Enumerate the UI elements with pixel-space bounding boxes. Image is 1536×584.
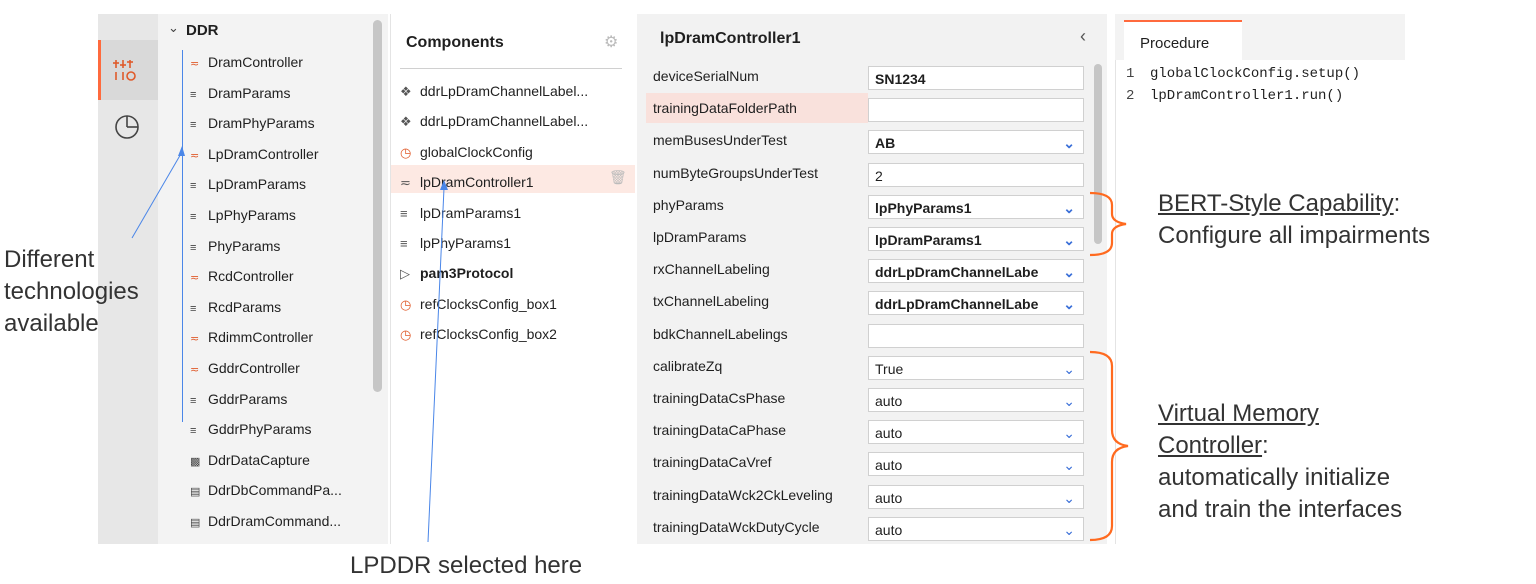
vmc-body-line1: automatically initialize	[1158, 464, 1391, 491]
annotation-left-line3: available	[4, 310, 99, 337]
bert-body: Configure all impairments	[1158, 222, 1431, 249]
annotation-left-line2: technologies	[4, 278, 139, 305]
bracket-vmc	[1089, 350, 1129, 542]
bert-colon: :	[1393, 190, 1401, 217]
vmc-title-line1: Virtual Memory	[1158, 400, 1319, 427]
bert-title: BERT-Style Capability	[1158, 190, 1394, 217]
vmc-body-line2: and train the interfaces	[1158, 496, 1403, 523]
arrow-head-technologies	[178, 146, 185, 156]
vmc-colon: :	[1262, 432, 1269, 459]
arrow-technologies	[131, 151, 183, 239]
annotation-left: Different technologies available	[4, 244, 139, 340]
arrow-head-lpddr	[440, 180, 448, 190]
annotation-bottom: LPDDR selected here	[350, 552, 583, 579]
arrow-lpddr	[427, 187, 445, 543]
annotation-bert: BERT-Style Capability: Configure all imp…	[1158, 188, 1430, 252]
annotation-vmc: Virtual Memory Controller: automatically…	[1158, 398, 1402, 526]
annotation-left-line1: Different	[4, 246, 95, 273]
bracket-bert	[1089, 191, 1127, 257]
vmc-title-line2: Controller	[1158, 432, 1263, 459]
